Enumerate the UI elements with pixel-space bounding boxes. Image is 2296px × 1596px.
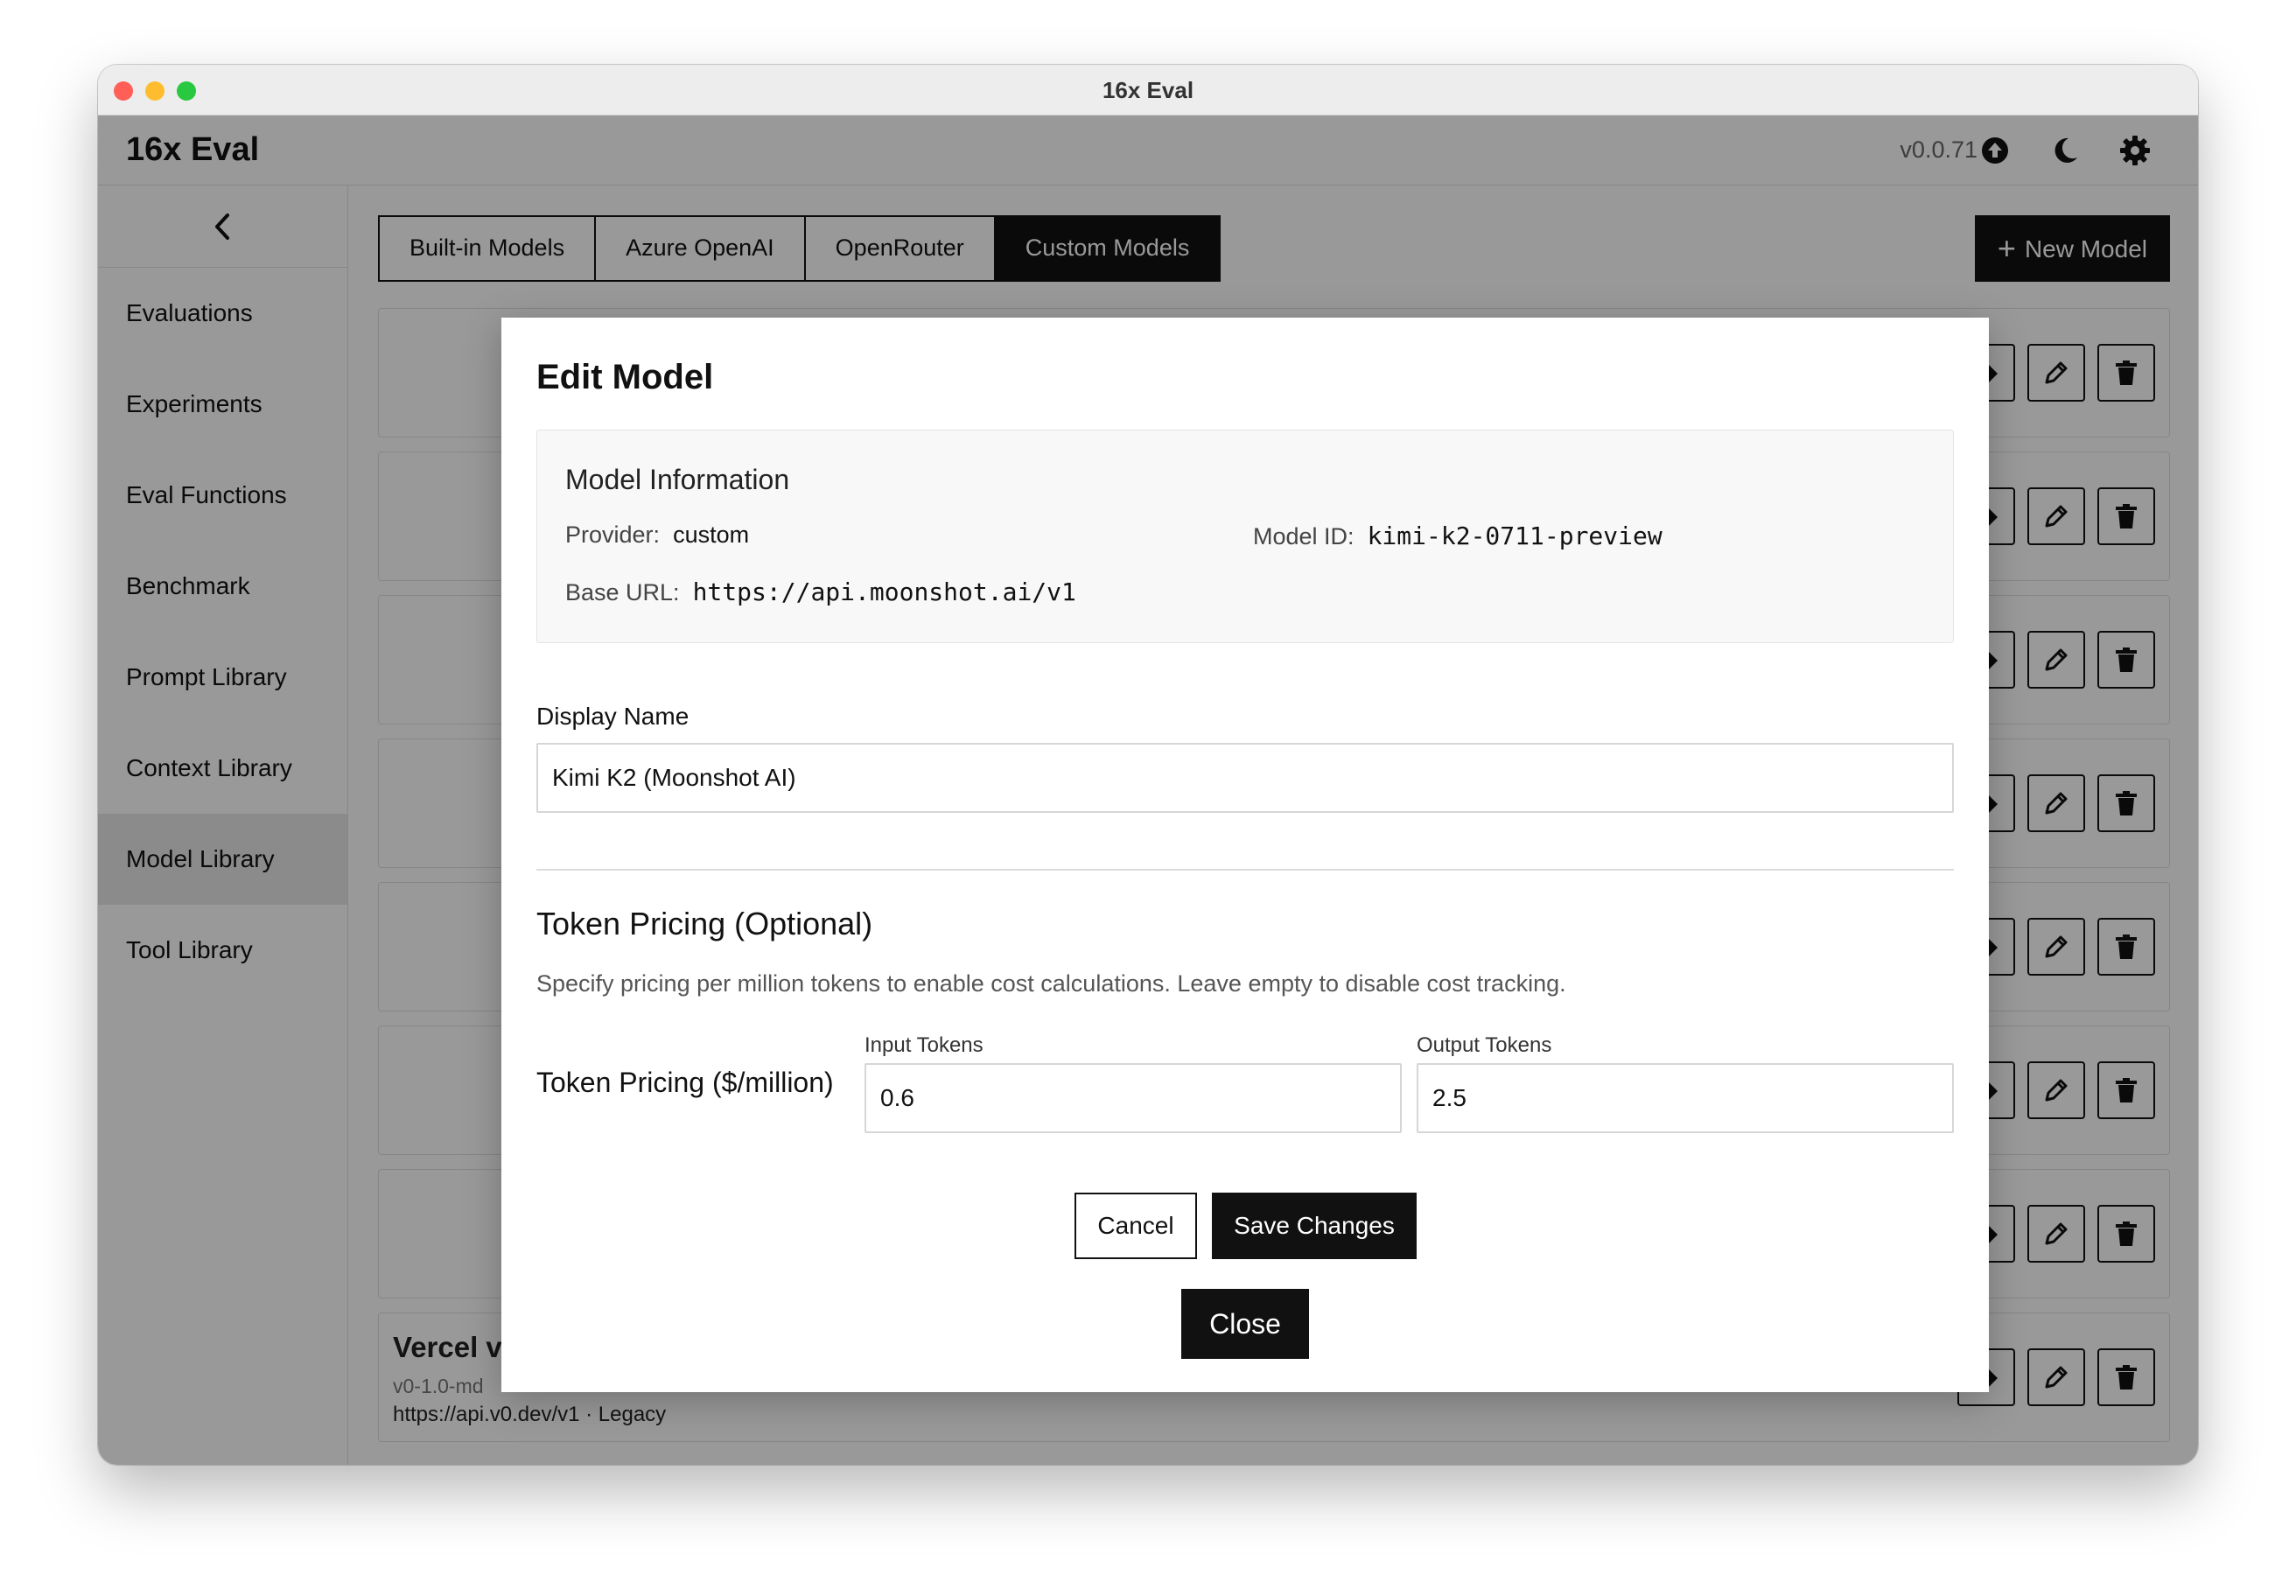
token-pricing-title: Token Pricing (Optional): [536, 906, 873, 942]
display-name-input[interactable]: Kimi K2 (Moonshot AI): [536, 743, 1954, 813]
input-tokens-field[interactable]: 0.6: [864, 1063, 1402, 1133]
close-button[interactable]: Close: [1181, 1289, 1309, 1359]
edit-model-dialog: Edit Model Model Information Provider: c…: [501, 318, 1989, 1392]
model-information-box: Model Information Provider: custom Model…: [536, 430, 1954, 643]
display-name-label: Display Name: [536, 703, 690, 730]
base-url-row: Base URL: https://api.moonshot.ai/v1: [565, 578, 1076, 606]
base-url-label: Base URL:: [565, 579, 680, 606]
app-window: 16x Eval 16x Eval v0.0.71 Evaluations Ex…: [98, 65, 2198, 1465]
provider-row: Provider: custom: [565, 522, 749, 549]
model-id-value: kimi-k2-0711-preview: [1367, 522, 1662, 550]
model-id-label: Model ID:: [1253, 523, 1354, 550]
window-title: 16x Eval: [1102, 77, 1194, 103]
input-tokens-label: Input Tokens: [864, 1033, 984, 1057]
save-changes-button[interactable]: Save Changes: [1212, 1193, 1417, 1259]
model-id-row: Model ID: kimi-k2-0711-preview: [1253, 522, 1662, 550]
output-tokens-label: Output Tokens: [1417, 1033, 1552, 1057]
token-pricing-label: Token Pricing ($/million): [536, 1067, 834, 1098]
model-information-title: Model Information: [565, 464, 790, 495]
section-divider: [536, 869, 1954, 871]
token-pricing-description: Specify pricing per million tokens to en…: [536, 970, 1566, 997]
output-tokens-field[interactable]: 2.5: [1417, 1063, 1954, 1133]
cancel-button[interactable]: Cancel: [1074, 1193, 1197, 1259]
provider-value: custom: [673, 522, 750, 548]
provider-label: Provider:: [565, 522, 661, 548]
dialog-title: Edit Model: [536, 358, 714, 396]
title-bar: 16x Eval: [98, 65, 2198, 116]
base-url-value: https://api.moonshot.ai/v1: [692, 578, 1076, 606]
